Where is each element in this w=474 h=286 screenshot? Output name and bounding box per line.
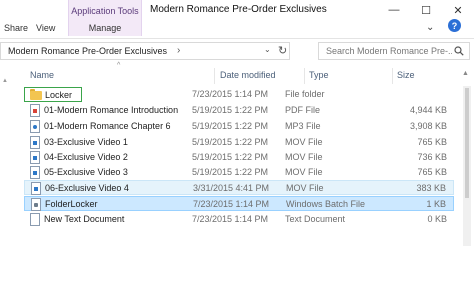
file-name: New Text Document bbox=[44, 214, 125, 224]
mov-file-icon bbox=[30, 136, 40, 149]
search-input[interactable]: Search Modern Romance Pre-... bbox=[326, 46, 452, 56]
mp3-file-icon bbox=[30, 120, 40, 133]
address-bar[interactable]: Modern Romance Pre-Order Exclusives › ⌄ … bbox=[0, 42, 290, 60]
list-item-file[interactable]: 03-Exclusive Video 1 5/19/2015 1:22 PM M… bbox=[24, 135, 454, 150]
file-name: 03-Exclusive Video 1 bbox=[44, 137, 128, 147]
list-item-file[interactable]: 04-Exclusive Video 2 5/19/2015 1:22 PM M… bbox=[24, 150, 454, 165]
file-type: MOV File bbox=[285, 137, 323, 147]
file-name: 05-Exclusive Video 3 bbox=[44, 167, 128, 177]
text-file-icon bbox=[30, 213, 40, 226]
file-size: 1 KB bbox=[426, 199, 446, 209]
column-header-type[interactable]: Type bbox=[309, 70, 329, 80]
file-name: 06-Exclusive Video 4 bbox=[45, 183, 129, 193]
refresh-icon[interactable]: ↻ bbox=[278, 44, 287, 57]
file-name: FolderLocker bbox=[45, 199, 98, 209]
expand-ribbon-icon[interactable]: ⌄ bbox=[426, 22, 434, 33]
breadcrumb-chevron-icon[interactable]: › bbox=[177, 45, 180, 56]
file-type: MP3 File bbox=[285, 121, 321, 131]
sort-ascending-icon: ^ bbox=[117, 62, 121, 69]
file-size: 736 KB bbox=[417, 152, 447, 162]
file-name: 04-Exclusive Video 2 bbox=[44, 152, 128, 162]
file-type: MOV File bbox=[285, 152, 323, 162]
address-dropdown-icon[interactable]: ⌄ bbox=[264, 45, 271, 54]
tab-view[interactable]: View bbox=[36, 23, 55, 33]
file-date: 5/19/2015 1:22 PM bbox=[192, 152, 269, 162]
scroll-up-arrow-icon[interactable]: ▲ bbox=[462, 70, 469, 77]
list-item-file[interactable]: FolderLocker 7/23/2015 1:14 PM Windows B… bbox=[24, 196, 454, 211]
maximize-button[interactable]: ☐ bbox=[410, 0, 442, 20]
mov-file-icon bbox=[31, 182, 41, 195]
help-icon[interactable]: ? bbox=[448, 19, 461, 32]
list-item-locker[interactable]: Locker bbox=[24, 87, 82, 102]
file-date: 5/19/2015 1:22 PM bbox=[192, 167, 269, 177]
mov-file-icon bbox=[30, 166, 40, 179]
column-header-size[interactable]: Size bbox=[397, 70, 415, 80]
title-bar: Share View Application Tools Manage Mode… bbox=[0, 0, 474, 36]
file-type: MOV File bbox=[285, 167, 323, 177]
file-date: 3/31/2015 4:41 PM bbox=[193, 183, 270, 193]
scroll-up-icon[interactable]: ▲ bbox=[2, 78, 8, 84]
search-box[interactable]: Search Modern Romance Pre-... bbox=[318, 42, 470, 60]
file-size: 4,944 KB bbox=[409, 105, 447, 115]
folder-icon bbox=[30, 91, 42, 100]
list-item-file[interactable]: 01-Modern Romance Introduction 5/19/2015… bbox=[24, 103, 454, 118]
file-date: 5/19/2015 1:22 PM bbox=[192, 137, 269, 147]
file-date: 7/23/2015 1:14 PM bbox=[193, 199, 270, 209]
close-button[interactable]: ✕ bbox=[442, 0, 474, 20]
column-divider[interactable] bbox=[214, 68, 215, 84]
search-icon[interactable] bbox=[454, 46, 464, 56]
column-divider[interactable] bbox=[304, 68, 305, 84]
list-item-file[interactable]: 06-Exclusive Video 4 3/31/2015 4:41 PM M… bbox=[24, 180, 454, 195]
mov-file-icon bbox=[30, 151, 40, 164]
batch-file-icon bbox=[31, 198, 41, 211]
file-size: 765 KB bbox=[417, 137, 447, 147]
file-name: 01-Modern Romance Chapter 6 bbox=[44, 121, 171, 131]
tab-manage[interactable]: Manage bbox=[69, 23, 141, 33]
column-header-date-modified[interactable]: Date modified bbox=[220, 70, 276, 80]
list-item-file[interactable]: 05-Exclusive Video 3 5/19/2015 1:22 PM M… bbox=[24, 165, 454, 180]
file-name: 01-Modern Romance Introduction bbox=[44, 105, 179, 115]
file-name: Locker bbox=[45, 90, 73, 100]
application-tools-label: Application Tools bbox=[71, 6, 139, 16]
file-size: 765 KB bbox=[417, 167, 447, 177]
file-size: 3,908 KB bbox=[409, 121, 447, 131]
file-type: Text Document bbox=[285, 214, 346, 224]
pdf-file-icon bbox=[30, 104, 40, 117]
scrollbar-thumb[interactable] bbox=[465, 88, 469, 198]
list-item-file[interactable]: 01-Modern Romance Chapter 6 5/19/2015 1:… bbox=[24, 119, 454, 134]
file-list: ▲ ^ Name Date modified Type Size ▲ Locke… bbox=[0, 62, 474, 286]
file-type: File folder bbox=[285, 89, 325, 99]
minimize-button[interactable]: — bbox=[378, 0, 410, 20]
file-date: 5/19/2015 1:22 PM bbox=[192, 105, 269, 115]
file-date: 5/19/2015 1:22 PM bbox=[192, 121, 269, 131]
file-date: 7/23/2015 1:14 PM bbox=[192, 89, 269, 99]
window-title: Modern Romance Pre-Order Exclusives bbox=[150, 4, 327, 15]
file-date: 7/23/2015 1:14 PM bbox=[192, 214, 269, 224]
navigation-pane-edge: ▲ bbox=[0, 70, 8, 286]
address-path[interactable]: Modern Romance Pre-Order Exclusives bbox=[8, 46, 167, 56]
column-divider[interactable] bbox=[392, 68, 393, 84]
file-type: MOV File bbox=[286, 183, 324, 193]
file-size: 383 KB bbox=[416, 183, 446, 193]
tab-share[interactable]: Share bbox=[4, 23, 28, 33]
file-type: PDF File bbox=[285, 105, 321, 115]
file-type: Windows Batch File bbox=[286, 199, 366, 209]
list-item-file[interactable]: New Text Document 7/23/2015 1:14 PM Text… bbox=[24, 212, 454, 227]
column-header-name[interactable]: Name bbox=[30, 70, 54, 80]
application-tools-group: Application Tools Manage bbox=[68, 0, 142, 36]
address-row: Modern Romance Pre-Order Exclusives › ⌄ … bbox=[0, 38, 474, 62]
file-size: 0 KB bbox=[427, 214, 447, 224]
